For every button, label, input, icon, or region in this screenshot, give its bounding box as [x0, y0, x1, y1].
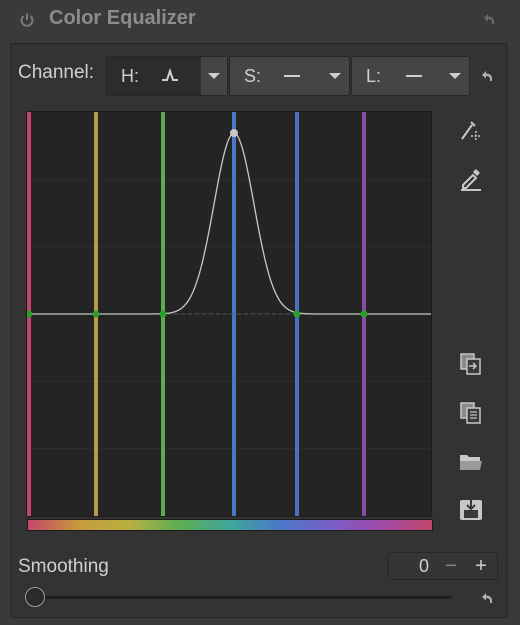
channel-lightness-selector[interactable]: L:: [351, 56, 470, 96]
channel-label: Channel:: [18, 62, 95, 83]
paste-icon[interactable]: [458, 400, 484, 426]
smoothing-slider-knob[interactable]: [25, 587, 45, 607]
chevron-down-icon: [329, 73, 341, 79]
channel-saturation-selector[interactable]: S:: [229, 56, 350, 96]
equalizer-graph[interactable]: [25, 111, 432, 517]
decrement-button[interactable]: −: [439, 554, 463, 578]
flat-curve-icon: [284, 75, 300, 77]
chevron-down-icon: [208, 73, 220, 79]
channel-reset-icon[interactable]: [478, 68, 496, 86]
equalizer-canvas[interactable]: [25, 112, 431, 516]
color-picker-area-icon[interactable]: [458, 117, 484, 143]
curve-node[interactable]: [293, 310, 301, 318]
chevron-down-icon: [449, 73, 461, 79]
curve-node[interactable]: [25, 310, 33, 318]
channel-key: L:: [366, 66, 382, 86]
smoothing-label: Smoothing: [18, 556, 109, 577]
flat-curve-icon: [406, 75, 422, 77]
channel-key: S:: [244, 66, 262, 86]
curve-node[interactable]: [159, 310, 167, 318]
eyedropper-icon[interactable]: [458, 166, 484, 192]
reset-icon[interactable]: [480, 11, 498, 29]
bump-curve-icon: [162, 68, 178, 81]
equalizer-curve[interactable]: [27, 132, 431, 315]
smoothing-stepper[interactable]: 0 − +: [388, 552, 498, 580]
smoothing-value[interactable]: 0: [389, 556, 429, 577]
save-icon[interactable]: [458, 497, 484, 523]
curve-node[interactable]: [230, 129, 238, 137]
module-title: Color Equalizer: [49, 7, 196, 29]
copy-icon[interactable]: [458, 351, 484, 377]
module-header: Color Equalizer: [0, 0, 520, 40]
smoothing-reset-icon[interactable]: [478, 590, 496, 608]
power-icon[interactable]: [18, 11, 36, 29]
folder-open-icon[interactable]: [458, 449, 484, 475]
increment-button[interactable]: +: [469, 554, 493, 578]
curve-node[interactable]: [92, 310, 100, 318]
channel-hue-selector[interactable]: H:: [106, 56, 228, 96]
channel-key: H:: [121, 66, 139, 86]
curve-node[interactable]: [360, 310, 368, 318]
hue-gradient-bar: [27, 519, 433, 531]
smoothing-slider-track[interactable]: [34, 596, 452, 599]
